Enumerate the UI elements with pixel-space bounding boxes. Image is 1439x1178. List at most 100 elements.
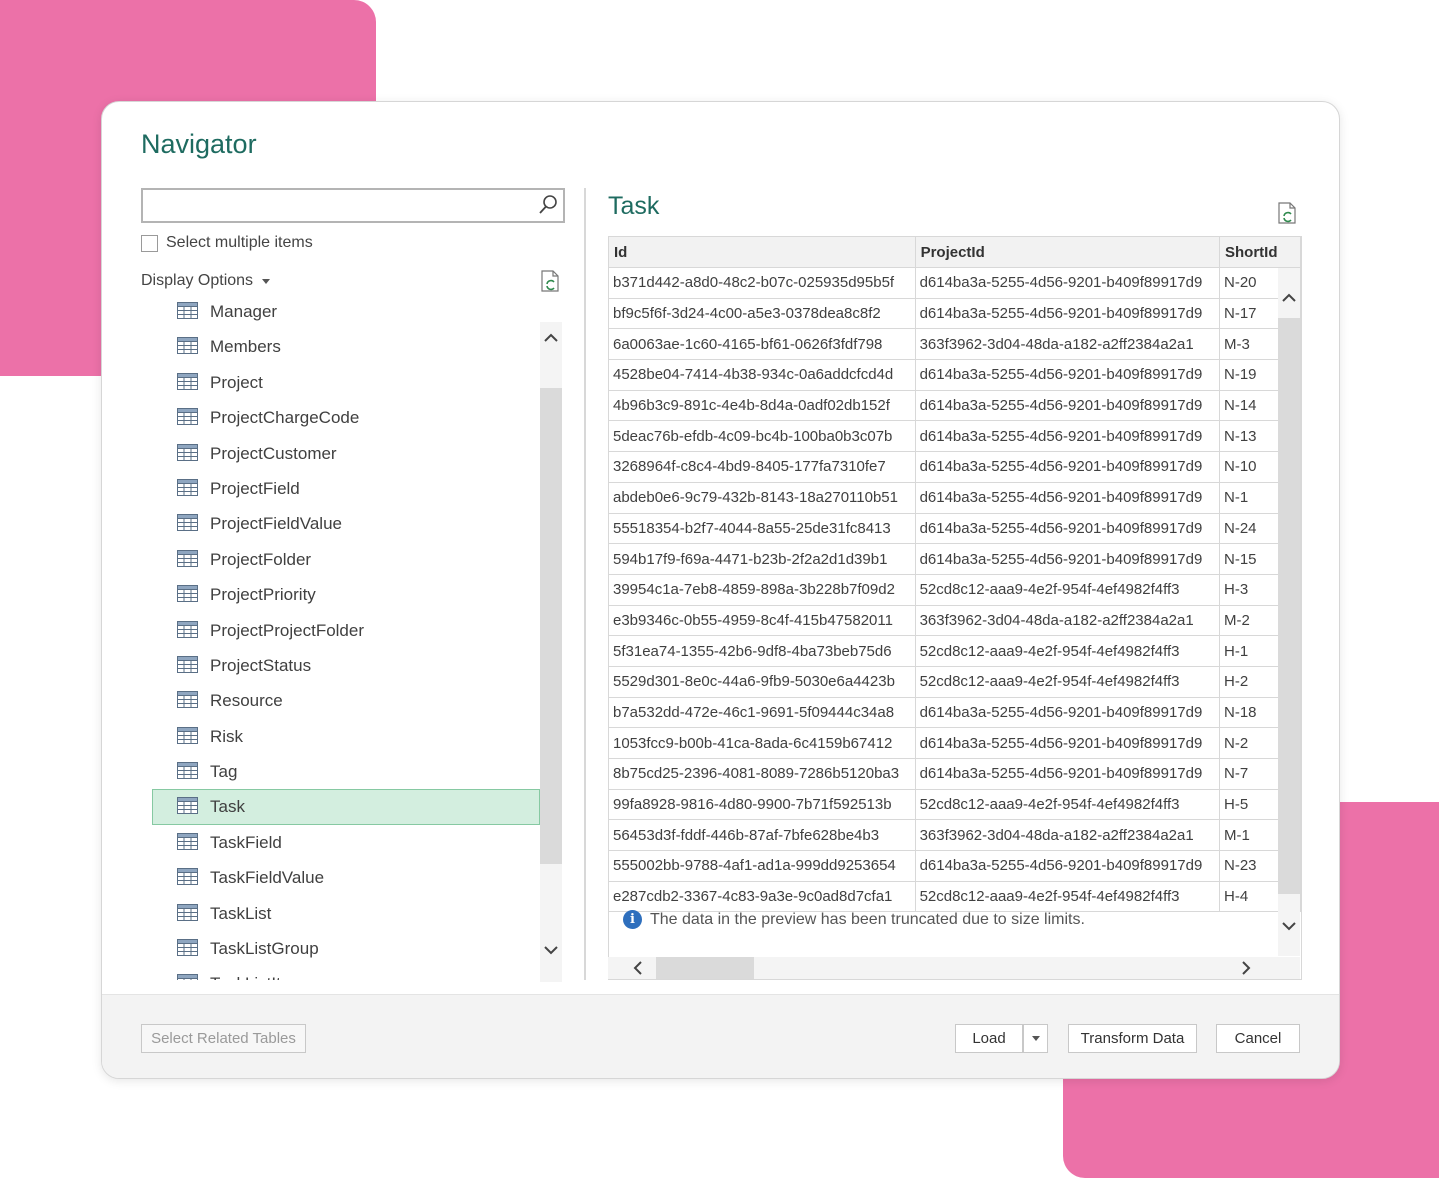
tree-item-projectcustomer[interactable]: ProjectCustomer <box>141 436 540 471</box>
table-row[interactable]: abdeb0e6-9c79-432b-8143-18a270110b51 d614… <box>609 482 1301 514</box>
table-icon <box>177 655 198 673</box>
table-row[interactable]: 5deac76b-efdb-4c09-bc4b-100ba0b3c07b d614… <box>609 420 1301 453</box>
refresh-icon[interactable] <box>539 269 561 293</box>
search-input[interactable] <box>143 190 539 219</box>
tree-item-projectprojectfolder[interactable]: ProjectProjectFolder <box>141 613 540 648</box>
dialog-title: Navigator <box>141 129 257 159</box>
id-cell: abdeb0e6-9c79-432b-8143-18a270110b51 <box>609 482 916 514</box>
tree-item-members[interactable]: Members <box>141 329 540 364</box>
id-cell: 594b17f9-f69a-4471-b23b-2f2a2d1d39b1 <box>609 543 916 575</box>
tree-item-tasklistgroup[interactable]: TaskListGroup <box>141 931 540 966</box>
refresh-icon[interactable] <box>1276 201 1298 225</box>
table-header-row: Id ProjectId ShortId <box>609 237 1301 268</box>
search-icon[interactable] <box>537 194 559 216</box>
preview-vertical-scrollbar[interactable] <box>1278 268 1300 956</box>
display-options-dropdown[interactable]: Display Options <box>141 272 271 290</box>
table-row[interactable]: e287cdb2-3367-4c83-9a3e-9c0ad8d7cfa1 52cd… <box>609 881 1301 913</box>
tree-item-label: ProjectChargeCode <box>210 408 360 428</box>
table-row[interactable]: 555002bb-9788-4af1-ad1a-999dd9253654 d614… <box>609 850 1301 882</box>
table-icon <box>177 762 198 780</box>
select-multiple-items[interactable]: Select multiple items <box>141 234 313 252</box>
table-row[interactable]: 4b96b3c9-891c-4e4b-8d4a-0adf02db152f d614… <box>609 390 1301 422</box>
tree-item-label: ProjectPriority <box>210 585 316 605</box>
table-row[interactable]: bf9c5f6f-3d24-4c00-a5e3-0378dea8c8f2 d614… <box>609 298 1301 330</box>
tree-item-tasklist[interactable]: TaskList <box>141 896 540 931</box>
select-multiple-checkbox[interactable] <box>141 234 158 252</box>
chevron-up-icon[interactable] <box>1281 290 1297 306</box>
tree-item-tag[interactable]: Tag <box>141 754 540 789</box>
preview-title: Task <box>608 192 660 220</box>
tree-item-task[interactable]: Task <box>152 789 540 825</box>
pane-divider <box>584 188 586 980</box>
tree-item-risk[interactable]: Risk <box>141 719 540 754</box>
table-icon <box>177 797 198 815</box>
table-row[interactable]: 99fa8928-9816-4d80-9900-7b71f592513b 52cd… <box>609 789 1301 821</box>
dialog-footer: Select Related Tables Load Transform Dat… <box>102 994 1339 1078</box>
table-row[interactable]: 5f31ea74-1355-42b6-9df8-4ba73beb75d6 52cd… <box>609 635 1301 667</box>
table-row[interactable]: 5529d301-8e0c-44a6-9fb9-5030e6a4423b 52cd… <box>609 666 1301 698</box>
projectid-cell: d614ba3a-5255-4d56-9201-b409f89917d9 <box>915 850 1221 882</box>
tree-item-projectstatus[interactable]: ProjectStatus <box>141 648 540 683</box>
column-header-shortid[interactable]: ShortId <box>1219 237 1301 268</box>
projectid-cell: d614ba3a-5255-4d56-9201-b409f89917d9 <box>915 298 1221 330</box>
tree-scrollbar[interactable] <box>540 322 562 982</box>
tree-item-label: Risk <box>210 726 244 746</box>
table-row[interactable]: 594b17f9-f69a-4471-b23b-2f2a2d1d39b1 d614… <box>609 543 1301 575</box>
column-header-projectid[interactable]: ProjectId <box>915 237 1221 268</box>
table-row[interactable]: 39954c1a-7eb8-4859-898a-3b228b7f09d2 52cd… <box>609 574 1301 606</box>
tree-item-label: Project <box>210 372 263 392</box>
chevron-down-icon[interactable] <box>1281 918 1297 934</box>
display-options-label: Display Options <box>141 272 254 289</box>
tree-item-label: TaskListItem <box>210 974 304 980</box>
table-row[interactable]: 3268964f-c8c4-4bd9-8405-177fa7310fe7 d614… <box>609 451 1301 483</box>
tree-item-label: Tag <box>210 762 238 782</box>
tree-item-taskfieldvalue[interactable]: TaskFieldValue <box>141 860 540 895</box>
tree-item-projectfolder[interactable]: ProjectFolder <box>141 542 540 577</box>
table-icon <box>177 974 198 980</box>
truncation-notice: i The data in the preview has been trunc… <box>623 910 1085 929</box>
projectid-cell: d614ba3a-5255-4d56-9201-b409f89917d9 <box>915 513 1221 545</box>
chevron-right-icon[interactable] <box>1238 960 1254 976</box>
id-cell: 4528be04-7414-4b38-934c-0a6addcfcd4d <box>609 359 916 391</box>
tree-item-projectpriority[interactable]: ProjectPriority <box>141 577 540 612</box>
table-row[interactable]: b7a532dd-472e-46c1-9691-5f09444c34a8 d614… <box>609 697 1301 729</box>
table-row[interactable]: e3b9346c-0b55-4959-8c4f-415b47582011 363f… <box>609 605 1301 637</box>
table-row[interactable]: b371d442-a8d0-48c2-b07c-025935d95b5f d614… <box>609 267 1301 299</box>
load-dropdown-button[interactable] <box>1023 1024 1048 1053</box>
tree-item-projectfieldvalue[interactable]: ProjectFieldValue <box>141 506 540 541</box>
tree-item-label: ProjectStatus <box>210 655 312 675</box>
load-button[interactable]: Load <box>955 1024 1023 1053</box>
tree-item-tasklistitem[interactable]: TaskListItem <box>141 966 540 980</box>
column-header-id[interactable]: Id <box>609 237 916 268</box>
preview-table-container: Id ProjectId ShortId b371d442-a8d0-48c2-… <box>608 236 1302 980</box>
cancel-button[interactable]: Cancel <box>1216 1024 1300 1053</box>
preview-horizontal-scrollbar[interactable] <box>608 957 1300 979</box>
tree-item-label: Resource <box>210 691 283 711</box>
chevron-up-icon[interactable] <box>543 330 559 346</box>
transform-data-button[interactable]: Transform Data <box>1068 1024 1197 1053</box>
table-row[interactable]: 6a0063ae-1c60-4165-bf61-0626f3fdf798 363f… <box>609 328 1301 361</box>
table-row[interactable]: 55518354-b2f7-4044-8a55-25de31fc8413 d614… <box>609 513 1301 545</box>
tree-item-projectchargecode[interactable]: ProjectChargeCode <box>141 400 540 435</box>
table-row[interactable]: 8b75cd25-2396-4081-8089-7286b5120ba3 d614… <box>609 758 1301 790</box>
chevron-left-icon[interactable] <box>630 960 646 976</box>
tree-item-project[interactable]: Project <box>141 365 540 400</box>
projectid-cell: d614ba3a-5255-4d56-9201-b409f89917d9 <box>915 359 1221 391</box>
tree-scrollbar-thumb[interactable] <box>540 388 562 864</box>
table-icon <box>177 302 198 319</box>
tree-item-projectfield[interactable]: ProjectField <box>141 471 540 506</box>
preview-horizontal-scrollbar-thumb[interactable] <box>656 957 754 979</box>
tree-item-manager[interactable]: Manager <box>141 302 540 329</box>
tree-item-label: TaskField <box>210 832 282 852</box>
select-related-tables-button[interactable]: Select Related Tables <box>141 1024 306 1053</box>
table-row[interactable]: 56453d3f-fddf-446b-87af-7bfe628be4b3 363f… <box>609 819 1301 852</box>
chevron-down-icon[interactable] <box>543 942 559 958</box>
preview-vertical-scrollbar-thumb[interactable] <box>1278 318 1300 894</box>
id-cell: 4b96b3c9-891c-4e4b-8d4a-0adf02db152f <box>609 390 916 422</box>
table-row[interactable]: 1053fcc9-b00b-41ca-8ada-6c4159b67412 d614… <box>609 727 1301 759</box>
id-cell: bf9c5f6f-3d24-4c00-a5e3-0378dea8c8f2 <box>609 298 916 330</box>
id-cell: b371d442-a8d0-48c2-b07c-025935d95b5f <box>609 267 916 299</box>
tree-item-taskfield[interactable]: TaskField <box>141 825 540 860</box>
tree-item-resource[interactable]: Resource <box>141 683 540 718</box>
table-row[interactable]: 4528be04-7414-4b38-934c-0a6addcfcd4d d614… <box>609 359 1301 391</box>
